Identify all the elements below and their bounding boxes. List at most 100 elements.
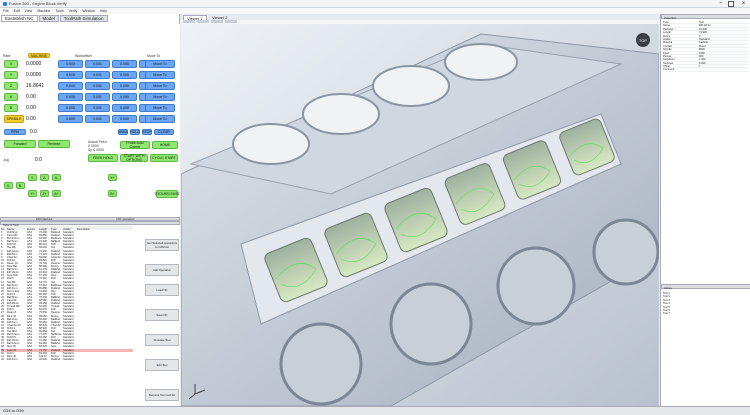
property-value[interactable]: 12.000 <box>699 27 747 31</box>
offset-cell[interactable]: 0.000 <box>58 115 83 123</box>
tool-release-button[interactable]: TOOLRELEASE <box>154 190 180 198</box>
jog-x-minus-button[interactable]: X- <box>4 182 13 189</box>
offset-cell[interactable]: 0.001 <box>85 71 110 79</box>
probe-auto-corner-button[interactable]: Probe Auto Corner <box>120 141 150 149</box>
cycle-start-button[interactable]: CYCLE START <box>150 154 178 162</box>
property-value[interactable]: Flood <box>699 44 747 48</box>
jog-y-plus-button[interactable]: Y+ <box>28 190 37 197</box>
offset-cell[interactable]: 0.000 <box>112 71 137 79</box>
offset-cell[interactable]: 0.000 <box>112 60 137 68</box>
property-value[interactable]: Carbide <box>699 41 747 44</box>
axis-spindle-button[interactable]: SPINDLE <box>4 115 24 123</box>
ops-side-button[interactable]: Get Selected operations to CAM list <box>145 239 179 251</box>
ops-side-button[interactable]: Load NC <box>145 284 179 296</box>
table-row[interactable]: 42 EM 3mm G54 49.530 FlatEnd Standard <box>1 358 133 361</box>
property-value[interactable]: Tool <box>699 21 747 24</box>
jog-a-plus-button[interactable]: A+ <box>52 190 61 197</box>
offset-cell[interactable]: 0.000 <box>58 71 83 79</box>
move-to-button[interactable]: Move To <box>145 71 175 79</box>
menu-item-machine[interactable]: Machine <box>37 9 50 13</box>
axis-z-button[interactable]: Z <box>4 82 18 90</box>
minimize-icon[interactable]: – <box>718 1 724 7</box>
move-to-button[interactable]: Move To <box>145 60 175 68</box>
offset-cell[interactable]: 0.001 <box>85 82 110 90</box>
jog-z-minus-button[interactable]: Z- <box>40 174 49 181</box>
tab-model[interactable]: Model <box>38 15 59 22</box>
jog-a-minus-button[interactable]: A- <box>52 174 61 181</box>
offset-cell[interactable]: 0.000 <box>112 104 137 112</box>
ops-side-button[interactable]: Simulate Tool <box>145 334 179 346</box>
offset-cell[interactable]: 0.000 <box>112 82 137 90</box>
property-value[interactable]: 4 <box>699 34 747 37</box>
rpm-button[interactable]: RPM <box>4 129 26 135</box>
simul-button[interactable]: SIMUL <box>118 129 128 135</box>
offset-cell[interactable]: 0.001 <box>85 60 110 68</box>
feed-hold-button[interactable]: FEED HOLD <box>88 154 118 162</box>
home-button[interactable]: HOME <box>152 141 178 149</box>
table-cell: 49.530 <box>39 357 47 361</box>
move-to-button[interactable]: Move To <box>145 82 175 90</box>
offset-cell[interactable]: 0.001 <box>85 104 110 112</box>
offset-cell[interactable]: 0.001 <box>85 93 110 101</box>
property-value[interactable]: 8000 <box>699 48 747 51</box>
toolbar-button[interactable] <box>211 20 223 23</box>
property-value[interactable]: Standard <box>699 37 747 41</box>
menu-item-edit[interactable]: Edit <box>14 9 20 13</box>
ops-side-button[interactable]: Add Operation <box>145 264 179 276</box>
offset-cell[interactable]: 0.000 <box>58 93 83 101</box>
move-to-button[interactable]: Move To <box>145 93 175 101</box>
offset-cell[interactable]: 0.000 <box>112 93 137 101</box>
ops-side-button[interactable]: Edit Tool <box>145 359 179 371</box>
property-value[interactable]: 6.000 <box>699 61 747 65</box>
property-value[interactable]: 1.000 <box>699 58 747 61</box>
axis-b-button[interactable]: B <box>4 104 18 112</box>
forward-button[interactable]: Forward <box>4 140 36 148</box>
offset-cell[interactable]: 0.000 <box>58 82 83 90</box>
menu-item-help[interactable]: Help <box>100 9 107 13</box>
3d-viewport[interactable]: Viewer 1 Viewer 2 TOP <box>181 14 659 406</box>
move-to-button[interactable]: Move To <box>145 115 175 123</box>
offset-cell[interactable]: 0.000 <box>112 115 137 123</box>
menu-item-tools[interactable]: Tools <box>55 9 63 13</box>
property-value[interactable]: 74.930 <box>699 31 747 34</box>
jog-b-minus-button[interactable]: B- <box>16 182 25 189</box>
maximize-icon[interactable] <box>728 1 734 7</box>
offset-cell[interactable]: 0.000 <box>58 60 83 68</box>
property-value[interactable] <box>699 68 747 71</box>
jog-y-minus-button[interactable]: Y- <box>28 174 37 181</box>
property-value[interactable]: 1200 <box>699 51 747 54</box>
hold-button[interactable]: HOLD <box>130 129 140 135</box>
stop-button[interactable]: STOP <box>142 129 152 135</box>
property-value[interactable]: EM 12mm <box>699 24 747 27</box>
clear-button[interactable]: CLEAR <box>154 129 174 135</box>
jog-b-plus-button[interactable]: B+ <box>108 190 117 197</box>
move-to-button[interactable]: Move To <box>145 104 175 112</box>
reverse-button[interactable]: Reverse <box>38 140 70 148</box>
property-name: Diameter <box>663 27 674 31</box>
axis-x-button[interactable]: X <box>4 60 18 68</box>
view-cube-icon[interactable]: TOP <box>636 33 650 47</box>
start-with-options-button[interactable]: START WITH OPTIONS <box>120 154 148 162</box>
ops-side-button[interactable]: Save NC <box>145 309 179 321</box>
toolbar-button[interactable] <box>183 20 195 23</box>
library-item[interactable]: Tool 7 <box>663 312 749 315</box>
jog-x-plus-button[interactable]: X+ <box>108 174 117 181</box>
tab-establish-nc[interactable]: Eastablish NC <box>1 15 38 22</box>
toolbar-button[interactable] <box>197 20 209 23</box>
axis-a-button[interactable]: A <box>4 93 18 101</box>
close-icon[interactable]: × <box>739 0 748 8</box>
tab-toolpath-simulation[interactable]: ToolPath Simulation <box>59 15 108 22</box>
jog-z-plus-button[interactable]: Z+ <box>40 190 49 197</box>
offset-cell[interactable]: 0.000 <box>58 104 83 112</box>
menu-item-window[interactable]: Window <box>82 9 94 13</box>
menu-item-verify[interactable]: Verify <box>69 9 78 13</box>
axis-y-button[interactable]: Y <box>4 71 18 79</box>
property-value[interactable]: 400 <box>699 54 747 58</box>
menu-item-view[interactable]: View <box>25 9 33 13</box>
toolbar-button[interactable] <box>225 20 237 23</box>
property-value[interactable]: 7 <box>699 65 747 68</box>
ops-side-button[interactable]: Remove from tool list <box>145 389 179 401</box>
offset-cell[interactable]: 0.001 <box>85 115 110 123</box>
menu-item-file[interactable]: File <box>3 9 9 13</box>
machine-mode-button[interactable]: MACHINE <box>28 53 50 58</box>
